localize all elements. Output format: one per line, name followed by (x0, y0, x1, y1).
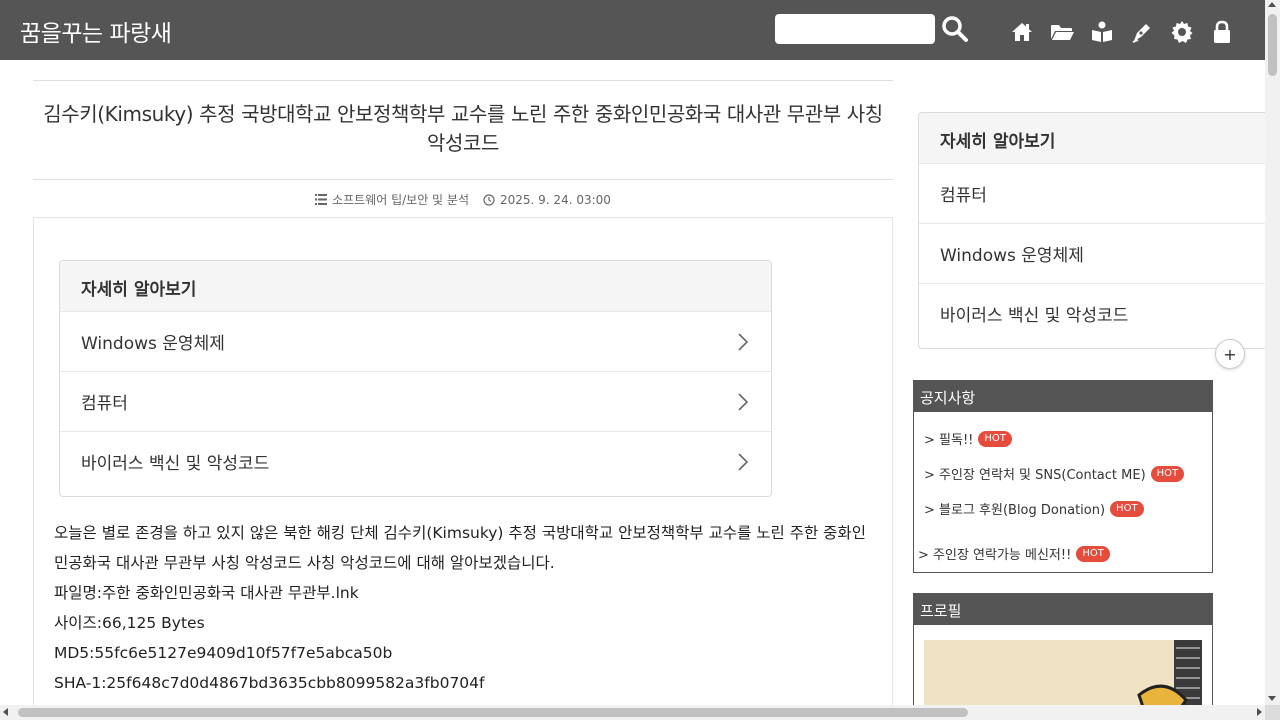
write-icon[interactable] (1130, 20, 1154, 44)
learn-more-item[interactable]: Windows 운영체제 (60, 311, 771, 371)
settings-icon[interactable] (1170, 20, 1194, 44)
divider (33, 179, 893, 180)
file-name: 파일명:주한 중화인민공화국 대사관 무관부.lnk (54, 584, 359, 602)
learn-more-item[interactable]: Windows 운영체제 (919, 223, 1277, 283)
folder-icon[interactable] (1050, 20, 1074, 44)
post-meta: 소프트웨어 팁/보안 및 분석 2025. 9. 24. 03:00 (0, 191, 926, 208)
hot-badge: HOT (1150, 465, 1185, 482)
notice-item[interactable]: > 주인장 연락가능 메신저!! HOT (918, 536, 1202, 571)
notice-widget: 공지사항 > 필독!! HOT > 주인장 연락처 및 SNS(Contact M… (913, 380, 1213, 573)
hot-badge: HOT (1110, 500, 1144, 517)
hot-badge: HOT (1076, 545, 1110, 562)
scroll-right-icon[interactable] (1257, 708, 1262, 716)
notice-heading: 공지사항 (914, 381, 1212, 412)
home-icon[interactable] (1010, 20, 1034, 44)
expand-button[interactable]: + (1215, 339, 1245, 369)
post-body: 오늘은 별로 존경을 하고 있지 않은 북한 해킹 단체 김수키(Kimsuky… (54, 518, 874, 698)
horizontal-scrollbar[interactable] (0, 705, 1265, 720)
scrollbar-thumb[interactable] (18, 708, 968, 717)
scroll-down-icon[interactable] (1268, 696, 1276, 701)
learn-more-item[interactable]: 컴퓨터 (919, 163, 1277, 223)
post-title: 김수키(Kimsuky) 추정 국방대학교 안보정책학부 교수를 노린 주한 중… (43, 102, 883, 155)
scrollbar-corner (1265, 705, 1280, 720)
top-header: 꿈을꾸는 파랑새 (0, 0, 1265, 60)
category-label: 소프트웨어 팁/보안 및 분석 (332, 193, 469, 207)
learn-more-card: 자세히 알아보기 Windows 운영체제 컴퓨터 바이러스 백신 및 악성코드 (59, 260, 772, 497)
vertical-scrollbar[interactable] (1265, 0, 1280, 705)
learn-more-item[interactable]: 바이러스 백신 및 악성코드 (60, 431, 771, 491)
post-date: 2025. 9. 24. 03:00 (483, 191, 611, 208)
learn-more-heading: 자세히 알아보기 (919, 113, 1277, 163)
learn-more-item[interactable]: 바이러스 백신 및 악성코드 (919, 283, 1277, 343)
learn-more-item[interactable]: 컴퓨터 (60, 371, 771, 431)
file-size: 사이즈:66,125 Bytes (54, 614, 205, 632)
sidebar-learn-more-card: 자세히 알아보기 컴퓨터 Windows 운영체제 바이러스 백신 및 악성코드 (918, 112, 1278, 349)
chevron-right-icon (738, 392, 749, 411)
body-paragraph: 오늘은 별로 존경을 하고 있지 않은 북한 해킹 단체 김수키(Kimsuky… (54, 524, 866, 572)
profile-widget: 프로필 (913, 593, 1213, 720)
clock-icon (483, 193, 495, 206)
lock-icon[interactable] (1210, 20, 1234, 44)
scroll-left-icon[interactable] (3, 708, 8, 716)
notice-item[interactable]: > 블로그 후원(Blog Donation) HOT (924, 491, 1202, 526)
hot-badge: HOT (978, 430, 1012, 447)
list-icon (315, 194, 328, 205)
chevron-right-icon (738, 452, 749, 471)
divider (33, 80, 893, 81)
profile-heading: 프로필 (914, 594, 1212, 625)
notice-item[interactable]: > 주인장 연락처 및 SNS(Contact ME) HOT (924, 456, 1202, 491)
date-label: 2025. 9. 24. 03:00 (500, 192, 611, 207)
file-md5: MD5:55fc6e5127e9409d10f57f7e5abca50b (54, 644, 393, 662)
chevron-right-icon (738, 332, 749, 351)
learn-more-heading: 자세히 알아보기 (60, 261, 771, 311)
nav-icons (1010, 20, 1234, 44)
scroll-up-icon[interactable] (1268, 2, 1276, 7)
scrollbar-thumb[interactable] (1268, 14, 1277, 76)
search-input[interactable] (775, 14, 935, 44)
search-icon[interactable] (941, 15, 971, 45)
post-category[interactable]: 소프트웨어 팁/보안 및 분석 (315, 191, 469, 208)
guestbook-icon[interactable] (1090, 20, 1114, 44)
notice-item[interactable]: > 필독!! HOT (924, 421, 1202, 456)
file-sha1: SHA-1:25f648c7d0d4867bd3635cbb8099582a3f… (54, 674, 485, 692)
site-title[interactable]: 꿈을꾸는 파랑새 (20, 14, 172, 48)
